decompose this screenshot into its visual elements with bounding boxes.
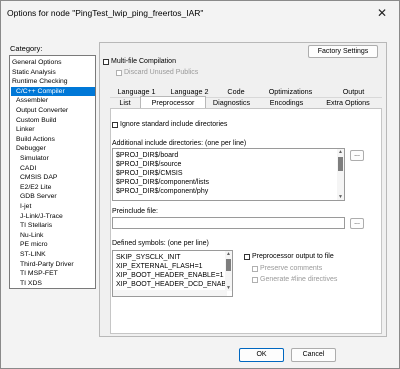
defined-symbol-line: SKIP_SYSCLK_INIT [116,254,181,261]
pp-output-checkbox[interactable] [244,254,250,260]
category-item[interactable]: I-jet [20,202,31,211]
preinclude-browse-button[interactable]: ... [350,218,364,229]
scroll-up-icon[interactable]: ▲ [337,149,344,155]
include-dirs-scrollbar[interactable]: ▲ ▼ [337,149,344,200]
category-item[interactable]: Static Analysis [12,68,56,77]
include-browse-button[interactable]: ... [350,150,364,161]
generate-line-checkbox[interactable] [252,277,258,283]
scroll-thumb[interactable] [226,259,231,271]
preinclude-input[interactable] [112,217,345,229]
multifile-label: Multi-file Compilation [111,58,176,65]
category-list[interactable]: General Options Static Analysis Runtime Ch… [9,55,96,289]
category-item[interactable]: PE micro [20,240,48,249]
category-item[interactable]: General Options [12,58,62,67]
preserve-comments-label: Preserve comments [260,265,323,272]
ignore-std-label: Ignore standard include directories [120,121,228,128]
category-item[interactable]: GDB Server [20,192,57,201]
category-item[interactable]: Third-Party Driver [20,260,74,269]
cancel-button[interactable]: Cancel [291,348,336,362]
category-item[interactable]: C/C++ Compiler [11,86,95,96]
category-item[interactable]: CMSIS DAP [20,173,57,182]
category-item[interactable]: TI Stellaris [20,221,52,230]
category-item[interactable]: TI MSP-FET [20,269,58,278]
category-label: Category: [10,44,43,53]
category-item[interactable]: ST-LINK [20,250,46,259]
window-title: Options for node "PingTest_lwip_ping_fre… [7,8,204,18]
title-bar: Options for node "PingTest_lwip_ping_fre… [1,1,399,28]
defined-symbols-label: Defined symbols: (one per line) [112,240,209,247]
scroll-thumb[interactable] [338,157,343,171]
category-item[interactable]: Runtime Checking [12,77,68,86]
discard-unused-checkbox[interactable] [116,70,122,76]
generate-line-label: Generate #line directives [260,276,338,283]
pp-output-label: Preprocessor output to file [252,253,334,260]
category-item[interactable]: Build Actions [16,135,55,144]
defined-symbol-line: XIP_BOOT_HEADER_ENABLE=1 [116,272,224,279]
category-item[interactable]: Debugger [16,144,46,153]
include-dir-line: $PROJ_DIR$/board [116,152,179,159]
category-item[interactable]: TI XDS [20,279,42,288]
factory-settings-button[interactable]: Factory Settings [308,45,378,58]
scroll-up-icon[interactable]: ▲ [225,251,232,257]
close-icon[interactable]: ✕ [377,6,387,20]
category-item[interactable]: Linker [16,125,35,134]
category-item[interactable]: Output Converter [16,106,68,115]
discard-unused-label: Discard Unused Publics [124,69,199,76]
defined-symbol-line: XIP_EXTERNAL_FLASH=1 [116,263,203,270]
include-dirs-label: Additional include directories: (one per… [112,140,247,147]
include-dir-line: $PROJ_DIR$/component/lists [116,179,209,186]
category-item[interactable]: Nu-Link [20,231,43,240]
defined-symbols-textarea[interactable]: SKIP_SYSCLK_INIT XIP_EXTERNAL_FLASH=1 XI… [112,250,233,297]
category-item[interactable]: J-Link/J-Trace [20,212,63,221]
include-dirs-textarea[interactable]: $PROJ_DIR$/board $PROJ_DIR$/source $PROJ… [112,148,345,201]
multifile-checkbox[interactable] [103,59,109,65]
category-item[interactable]: Assembler [16,96,48,105]
include-dir-line: $PROJ_DIR$/source [116,161,182,168]
preserve-comments-checkbox[interactable] [252,266,258,272]
category-item[interactable]: E2/E2 Lite [20,183,51,192]
ignore-std-checkbox[interactable] [112,122,118,128]
scroll-down-icon[interactable]: ▼ [337,194,344,200]
include-dir-line: $PROJ_DIR$/component/phy [116,188,209,195]
category-item[interactable]: Custom Build [16,116,56,125]
preinclude-label: Preinclude file: [112,208,158,215]
defined-symbol-line: XIP_BOOT_HEADER_DCD_ENABL [116,281,230,288]
defined-symbols-scrollbar[interactable]: ▲ ▼ [225,251,232,291]
include-dir-line: $PROJ_DIR$/CMSIS [116,170,183,177]
category-item[interactable]: CADI [20,164,36,173]
defined-symbols-hscrollbar[interactable] [113,290,227,296]
category-item[interactable]: Simulator [20,154,49,163]
ok-button[interactable]: OK [239,348,284,362]
